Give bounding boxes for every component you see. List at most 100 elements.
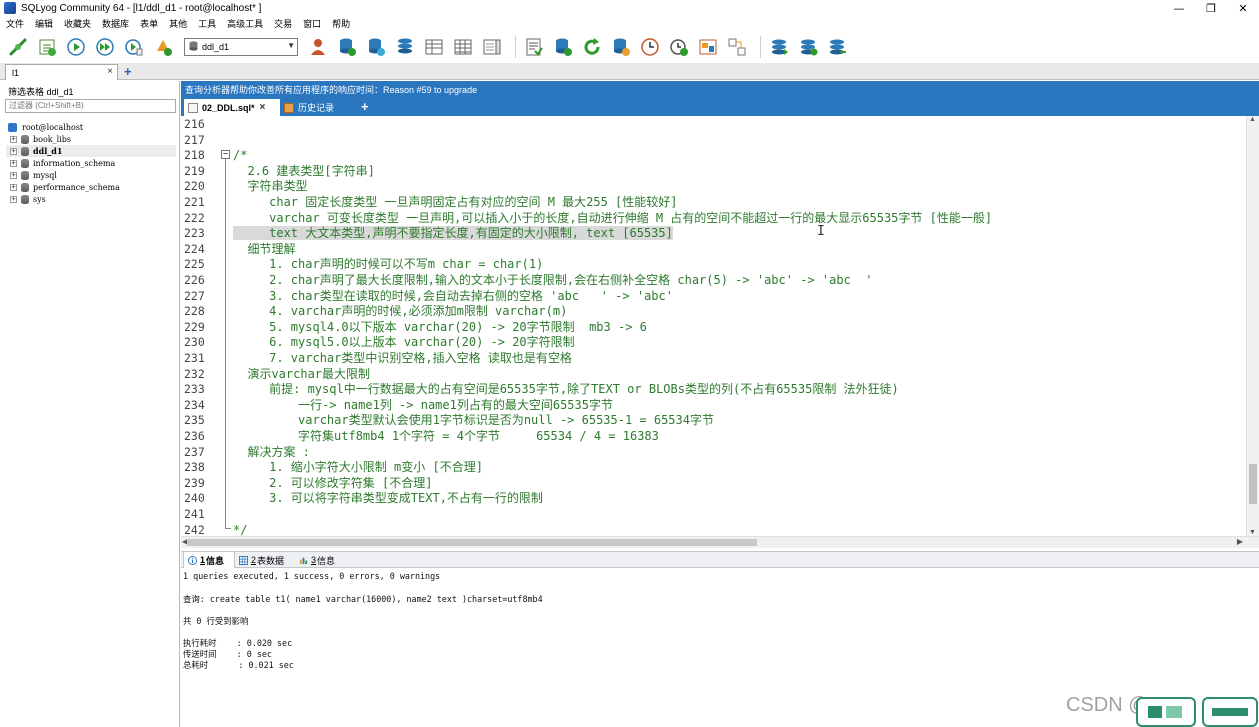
- form-view-icon[interactable]: [480, 35, 504, 59]
- close-icon[interactable]: ×: [260, 102, 266, 113]
- minimize-button[interactable]: —: [1163, 0, 1195, 16]
- new-query-icon[interactable]: [35, 35, 59, 59]
- code-line[interactable]: 3. 可以将字符串类型变成TEXT,不占有一行的限制: [233, 491, 543, 507]
- create-table-icon[interactable]: [364, 35, 388, 59]
- new-connection-icon[interactable]: [6, 35, 30, 59]
- expand-icon[interactable]: +: [10, 147, 17, 155]
- tree-item-sys[interactable]: + sys: [6, 193, 176, 205]
- code-line[interactable]: varchar类型默认会使用1字节标识是否为null -> 65535-1 = …: [233, 413, 714, 429]
- code-line[interactable]: */: [233, 523, 247, 536]
- menu-help[interactable]: 帮助: [326, 17, 355, 30]
- code-line[interactable]: 4. varchar声明的时候,必须添加m限制 varchar(m): [233, 304, 567, 320]
- code-line-text: 6. mysql5.0以上版本 varchar(20) -> 20字符限制: [233, 335, 575, 350]
- table-view-icon[interactable]: [422, 35, 446, 59]
- close-icon[interactable]: ×: [107, 66, 113, 77]
- code-line[interactable]: 7. varchar类型中识别空格,插入空格 读取也是有空格: [233, 351, 572, 367]
- expand-icon[interactable]: +: [10, 159, 17, 167]
- new-editor-tab-button[interactable]: +: [361, 99, 369, 114]
- code-line[interactable]: 2. 可以修改字符集 [不合理]: [233, 476, 432, 492]
- code-line[interactable]: 字符串类型: [233, 179, 307, 195]
- restore-button[interactable]: ❐: [1195, 0, 1227, 16]
- expand-icon[interactable]: +: [10, 135, 17, 143]
- tree-item-information-schema[interactable]: + information_schema: [6, 157, 176, 169]
- code-line[interactable]: /*: [233, 148, 247, 164]
- tab-messages[interactable]: 1 信息: [183, 552, 235, 568]
- query-builder-icon[interactable]: [725, 35, 749, 59]
- user-manager-icon[interactable]: [306, 35, 330, 59]
- menu-file[interactable]: 文件: [0, 17, 29, 30]
- code-line[interactable]: 6. mysql5.0以上版本 varchar(20) -> 20字符限制: [233, 335, 575, 351]
- menu-tools[interactable]: 工具: [192, 17, 221, 30]
- code-line[interactable]: 细节理解: [233, 242, 295, 258]
- code-line[interactable]: 字符集utf8mb4 1个字符 = 4个字节 65534 / 4 = 16383: [233, 429, 659, 445]
- menu-transaction[interactable]: 交易: [268, 17, 297, 30]
- code-line-selected[interactable]: text 大文本类型,声明不要指定长度,有固定的大小限制, text [6553…: [233, 226, 673, 242]
- expand-icon[interactable]: +: [10, 183, 17, 191]
- scrollbar-thumb[interactable]: [1249, 464, 1257, 504]
- fold-toggle-icon[interactable]: −: [221, 150, 230, 159]
- close-window-button[interactable]: ✕: [1227, 0, 1259, 16]
- tree-item-book-libs[interactable]: + book_libs: [6, 133, 176, 145]
- database-stack-icon[interactable]: [393, 35, 417, 59]
- database-selector[interactable]: ddl_d1 ▼: [184, 38, 298, 56]
- menu-window[interactable]: 窗口: [297, 17, 326, 30]
- menu-database[interactable]: 数据库: [96, 17, 134, 30]
- code-line-text: 一行-> name1列 -> name1列占有的最大空间65535字节: [233, 397, 613, 412]
- tree-root-connection[interactable]: root@localhost: [6, 121, 176, 133]
- code-line[interactable]: 2.6 建表类型[字符串]: [233, 164, 374, 180]
- menu-other[interactable]: 其他: [163, 17, 192, 30]
- new-connection-tab-button[interactable]: +: [124, 64, 132, 79]
- filter-input[interactable]: 过滤器 (Ctrl+Shift+B): [5, 99, 176, 113]
- menu-edit[interactable]: 编辑: [29, 17, 58, 30]
- code-line[interactable]: 一行-> name1列 -> name1列占有的最大空间65535字节: [233, 398, 613, 414]
- create-database-icon[interactable]: [335, 35, 359, 59]
- scroll-down-icon[interactable]: ▼: [1249, 529, 1256, 536]
- history-clock-icon[interactable]: [667, 35, 691, 59]
- tab-history[interactable]: 历史记录: [282, 99, 354, 116]
- execute-edit-icon[interactable]: [122, 35, 146, 59]
- code-line[interactable]: varchar 可变长度类型 一旦声明,可以插入小于的长度,自动进行伸缩 M 占…: [233, 211, 992, 227]
- code-line[interactable]: 解决方案 :: [233, 445, 309, 461]
- copy-database-icon[interactable]: [767, 35, 791, 59]
- export-database-icon[interactable]: [825, 35, 849, 59]
- code-line[interactable]: 5. mysql4.0以下版本 varchar(20) -> 20字节限制 mb…: [233, 320, 647, 336]
- scroll-up-icon[interactable]: ▲: [1249, 116, 1256, 123]
- tab-query-file[interactable]: 02_DDL.sql* ×: [184, 99, 280, 116]
- refresh-icon[interactable]: [580, 35, 604, 59]
- tab-table-data[interactable]: 2 表数据: [239, 552, 284, 568]
- editor-horizontal-scrollbar[interactable]: ◀ ▶: [181, 536, 1259, 548]
- menu-favorites[interactable]: 收藏夹: [58, 17, 96, 30]
- code-line[interactable]: 1. char声明的时候可以不写m char = char(1): [233, 257, 543, 273]
- backup-database-icon[interactable]: [551, 35, 575, 59]
- code-line[interactable]: 前提: mysql中一行数据最大的占有空间是65535字节,除了TEXT or …: [233, 382, 899, 398]
- sql-editor[interactable]: 216 217 218 219 220 221 222 223 224 225 226 227 228 2…: [181, 116, 1259, 536]
- code-line[interactable]: 1. 缩小字符大小限制 m变小 [不合理]: [233, 460, 483, 476]
- import-data-icon[interactable]: [609, 35, 633, 59]
- scroll-right-icon[interactable]: ▶: [1237, 537, 1243, 546]
- menu-advanced-tools[interactable]: 高级工具: [221, 17, 268, 30]
- code-line[interactable]: 演示varchar最大限制: [233, 367, 370, 383]
- tree-item-performance-schema[interactable]: + performance_schema: [6, 181, 176, 193]
- execute-all-icon[interactable]: [93, 35, 117, 59]
- schema-tools-icon[interactable]: [151, 35, 175, 59]
- schema-designer-icon[interactable]: [696, 35, 720, 59]
- sync-database-icon[interactable]: [796, 35, 820, 59]
- scrollbar-thumb[interactable]: [187, 539, 757, 546]
- tab-info[interactable]: 3 信息: [299, 552, 335, 568]
- upgrade-notice[interactable]: 查询分析器帮助你改善所有应用程序的响应时间：Reason #59 to upgr…: [181, 81, 1259, 98]
- expand-icon[interactable]: +: [10, 195, 17, 203]
- editor-vertical-scrollbar[interactable]: ▲ ▼: [1246, 116, 1259, 536]
- tree-item-ddl-d1[interactable]: + ddl_d1: [6, 145, 176, 157]
- format-query-icon[interactable]: [522, 35, 546, 59]
- execute-query-icon[interactable]: [64, 35, 88, 59]
- grid-view-icon[interactable]: [451, 35, 475, 59]
- code-line[interactable]: 2. char声明了最大长度限制,输入的文本小于长度限制,会在右侧补全空格 ch…: [233, 273, 872, 289]
- expand-icon[interactable]: +: [10, 171, 17, 179]
- menu-table[interactable]: 表单: [134, 17, 163, 30]
- scheduler-clock-icon[interactable]: [638, 35, 662, 59]
- code-line[interactable]: 3. char类型在读取的时候,会自动去掉右侧的空格 'abc ' -> 'ab…: [233, 289, 673, 305]
- tree-item-label: information_schema: [33, 158, 116, 168]
- tree-item-mysql[interactable]: + mysql: [6, 169, 176, 181]
- code-line[interactable]: char 固定长度类型 一旦声明固定占有对应的空间 M 最大255 [性能较好]: [233, 195, 677, 211]
- connection-tab[interactable]: l1 ×: [5, 64, 118, 80]
